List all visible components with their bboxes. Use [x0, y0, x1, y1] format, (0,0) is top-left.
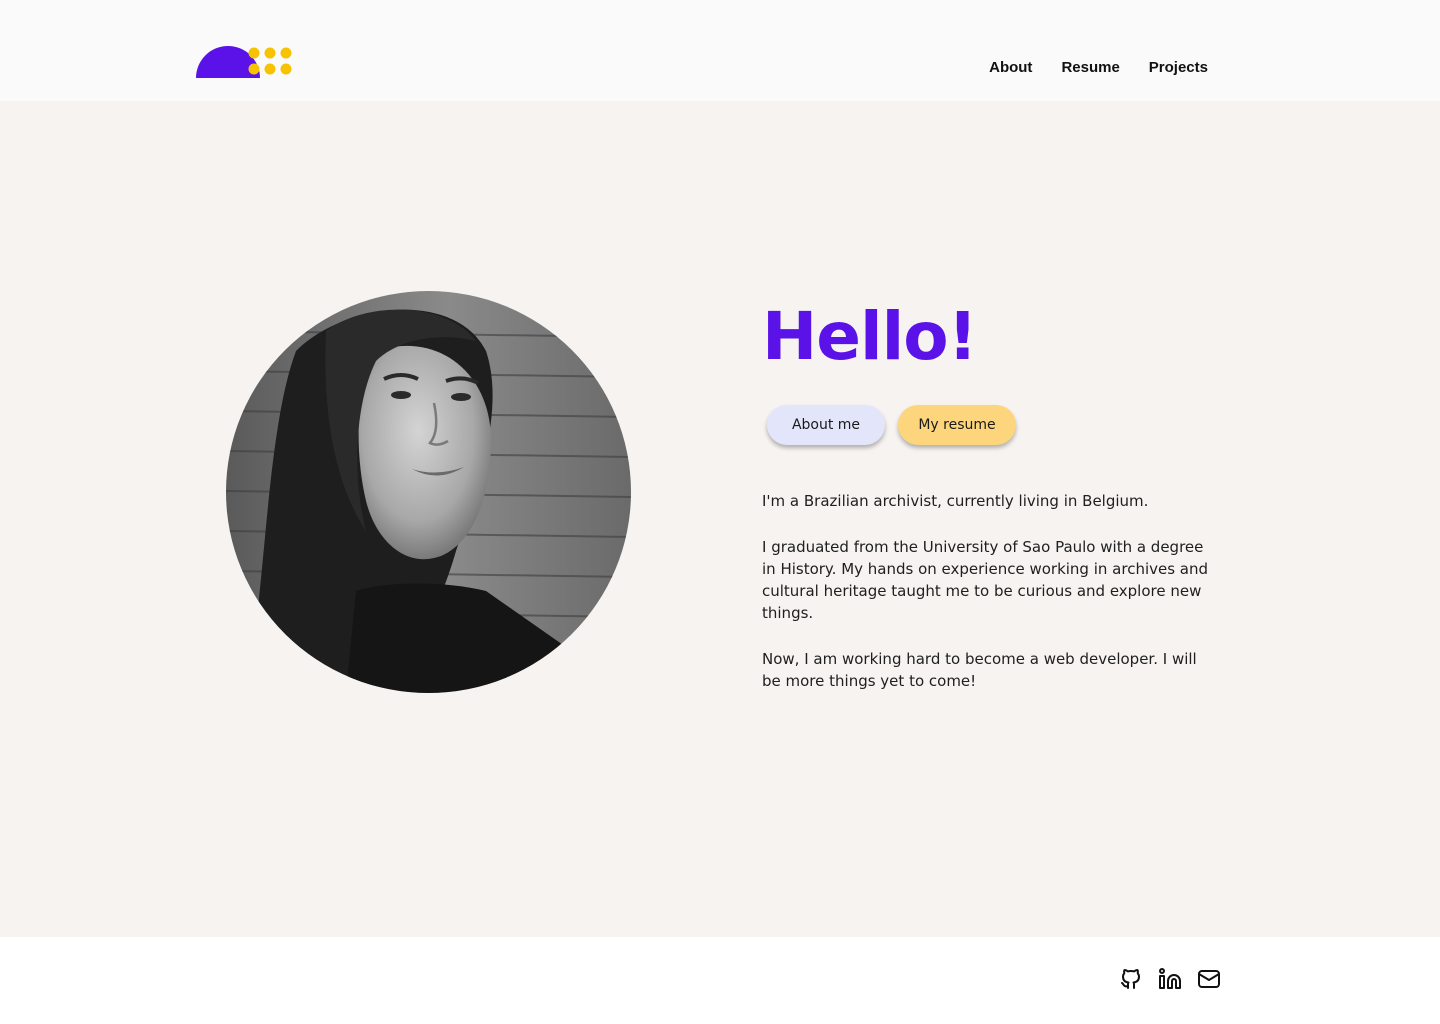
- bio-paragraph: Now, I am working hard to become a web d…: [762, 650, 1197, 690]
- hero-button-group: About me My resume: [767, 405, 1016, 445]
- site-header: About Resume Projects: [0, 0, 1440, 101]
- mail-icon[interactable]: [1197, 967, 1221, 991]
- bio-text: I'm a Brazilian archivist, currently liv…: [762, 490, 1212, 716]
- my-resume-button[interactable]: My resume: [898, 405, 1016, 445]
- portrait-photo: [226, 291, 631, 693]
- nav-resume-link[interactable]: Resume: [1061, 58, 1119, 78]
- nav-projects-link[interactable]: Projects: [1149, 58, 1208, 78]
- logo[interactable]: [196, 46, 292, 78]
- bio-paragraph: I graduated from the University of Sao P…: [762, 538, 1209, 622]
- about-me-button[interactable]: About me: [767, 405, 885, 445]
- linkedin-icon[interactable]: [1158, 967, 1182, 991]
- github-icon[interactable]: [1119, 967, 1143, 991]
- site-footer: [0, 937, 1440, 1024]
- nav-about-link[interactable]: About: [989, 58, 1032, 78]
- main-nav: About Resume Projects: [989, 58, 1208, 78]
- bio-paragraph: I'm a Brazilian archivist, currently liv…: [762, 492, 1149, 510]
- hero-section: Hello! About me My resume I'm a Brazilia…: [0, 101, 1440, 937]
- social-links: [1119, 967, 1221, 991]
- page-title: Hello!: [762, 298, 978, 375]
